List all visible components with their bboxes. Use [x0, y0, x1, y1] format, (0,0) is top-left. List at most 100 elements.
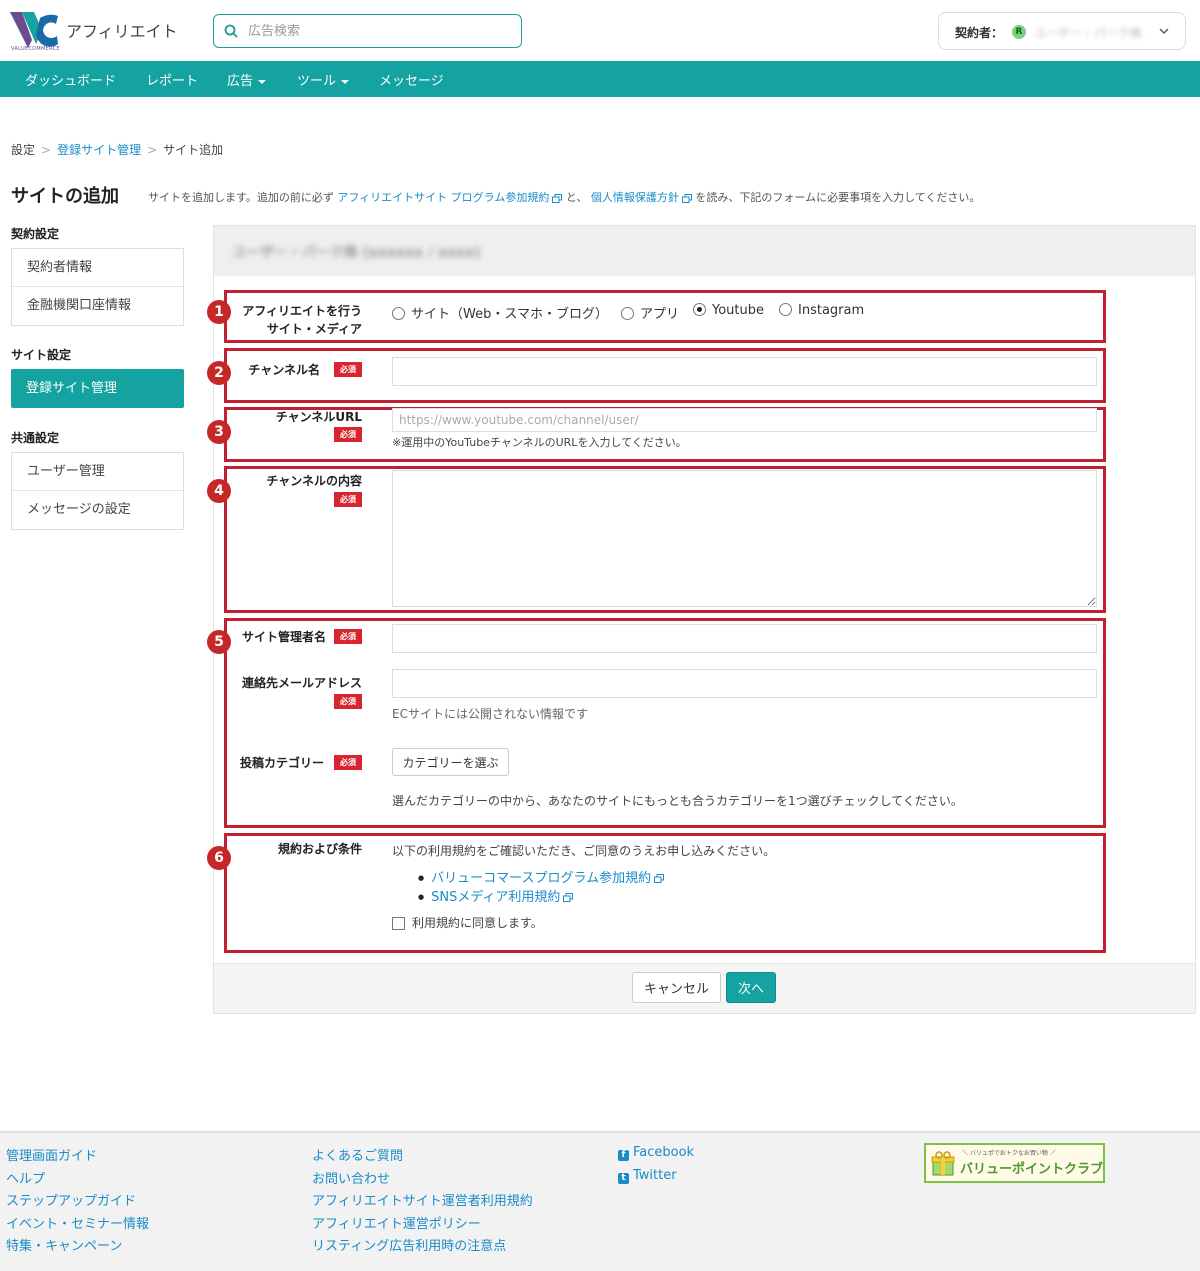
account-menu[interactable]: 契約者： R ユーザー・パーク株 — [938, 12, 1186, 50]
breadcrumb-site-management[interactable]: 登録サイト管理 — [57, 143, 141, 157]
account-name: ユーザー・パーク株 — [1034, 26, 1142, 40]
radio-youtube[interactable]: Youtube — [693, 303, 764, 318]
sidebar-item-contractor-info[interactable]: 契約者情報 — [12, 249, 183, 287]
page-description: サイトを追加します。追加の前に必ず アフィリエイトサイト プログラム参加規約 と… — [148, 189, 980, 205]
radio-app[interactable]: アプリ — [621, 303, 679, 322]
channel-url-input[interactable] — [392, 408, 1097, 432]
admin-name-input[interactable] — [392, 624, 1097, 653]
step-badge-4: 4 — [207, 479, 231, 503]
terms-link-sns[interactable]: SNSメディア利用規約 — [418, 886, 574, 905]
required-badge: 必須 — [334, 427, 362, 442]
radio-circle-selected[interactable] — [693, 303, 706, 316]
search-icon[interactable] — [224, 24, 238, 38]
privacy-policy-link-label: 個人情報保護方針 — [590, 191, 679, 204]
sidebar-item-site-management[interactable]: 登録サイト管理 — [11, 369, 184, 408]
chevron-down-icon[interactable] — [1159, 27, 1169, 35]
cancel-button[interactable]: キャンセル — [632, 972, 721, 1003]
channel-name-input[interactable] — [392, 357, 1097, 386]
footer-link-operator-terms[interactable]: アフィリエイトサイト運営者利用規約 — [312, 1190, 533, 1209]
facebook-label: Facebook — [633, 1145, 695, 1160]
step-badge-1: 1 — [207, 300, 231, 324]
external-link-icon — [681, 193, 692, 203]
footer-link-listing[interactable]: リスティング広告利用時の注意点 — [312, 1235, 506, 1254]
program-terms-link[interactable]: アフィリエイトサイト プログラム参加規約 — [337, 191, 563, 204]
footer-link-campaigns[interactable]: 特集・キャンペーン — [6, 1235, 122, 1254]
step-badge-3: 3 — [207, 420, 231, 444]
radio-circle[interactable] — [621, 307, 634, 320]
agree-terms-checkbox[interactable] — [392, 917, 405, 930]
radio-label: アプリ — [640, 307, 680, 322]
account-label: 契約者： — [955, 26, 1004, 40]
step-badge-6: 6 — [207, 846, 231, 870]
external-link-icon — [654, 874, 665, 883]
sidebar-heading-contract: 契約設定 — [11, 227, 60, 241]
twitter-label: Twitter — [633, 1168, 677, 1183]
nav-label: 広告 — [227, 74, 254, 89]
nav-messages[interactable]: メッセージ — [379, 70, 444, 89]
sidebar-item-bank-account[interactable]: 金融機関口座情報 — [12, 287, 183, 325]
media-label: アフィリエイトを行う サイト・メディア — [230, 302, 362, 338]
value-point-club-banner[interactable]: ＼ バリュポでおトクなお買い物 ／ バリューポイントクラブ — [924, 1143, 1105, 1183]
radio-instagram[interactable]: Instagram — [779, 303, 864, 318]
email-input[interactable] — [392, 669, 1097, 698]
nav-tools[interactable]: ツール — [297, 70, 350, 89]
nav-ads[interactable]: 広告 — [227, 70, 267, 89]
footer-link-events[interactable]: イベント・セミナー情報 — [6, 1213, 149, 1232]
external-link-icon — [552, 193, 563, 203]
footer-link-stepup[interactable]: ステップアップガイド — [6, 1190, 136, 1209]
footer-link-facebook[interactable]: f Facebook — [618, 1145, 694, 1161]
agree-terms-label[interactable]: 利用規約に同意します。 — [412, 914, 543, 931]
next-button[interactable]: 次へ — [726, 972, 776, 1003]
privacy-policy-link[interactable]: 個人情報保護方針 — [591, 191, 692, 204]
channel-name-label: チャンネル名 — [248, 363, 320, 377]
nav-label: レポート — [146, 74, 199, 89]
search-box[interactable] — [213, 14, 522, 48]
nav-label: ダッシュボード — [25, 74, 117, 89]
admin-name-label: サイト管理者名 — [241, 630, 326, 644]
footer-link-contact[interactable]: お問い合わせ — [312, 1168, 390, 1187]
radio-circle[interactable] — [779, 303, 792, 316]
footer-link-guide[interactable]: 管理画面ガイド — [6, 1145, 97, 1164]
radio-label: サイト（Web・スマホ・ブログ） — [411, 307, 608, 322]
facebook-icon: f — [618, 1150, 629, 1161]
sidebar-group-contract: 契約者情報 金融機関口座情報 — [11, 248, 184, 326]
desc-text: と、 — [565, 191, 588, 204]
terms-link-valuecommerce[interactable]: バリューコマースプログラム参加規約 — [418, 867, 665, 886]
terms-link-label: SNSメディア利用規約 — [431, 890, 561, 905]
footer-link-help[interactable]: ヘルプ — [6, 1168, 45, 1187]
external-link-icon — [563, 893, 574, 902]
step-badge-5: 5 — [207, 630, 231, 654]
radio-label: Instagram — [798, 303, 865, 318]
banner-title: バリューポイントクラブ — [960, 1162, 1104, 1177]
sidebar-heading-site: サイト設定 — [11, 348, 72, 362]
sidebar-item-user-management[interactable]: ユーザー管理 — [12, 453, 183, 491]
terms-intro: 以下の利用規約をご確認いただき、ご同意のうえお申し込みください。 — [392, 844, 776, 858]
footer-link-policy[interactable]: アフィリエイト運営ポリシー — [312, 1213, 481, 1232]
footer-link-faq[interactable]: よくあるご質問 — [312, 1145, 403, 1164]
main-nav: ダッシュボード レポート 広告 ツール メッセージ — [0, 61, 1200, 97]
media-label-line2: サイト・メディア — [266, 322, 362, 336]
desc-text: サイトを追加します。追加の前に必ず — [148, 191, 334, 204]
desc-text: を読み、下記のフォームに必要事項を入力してください。 — [695, 191, 981, 204]
email-hint: ECサイトには公開されない情報です — [392, 707, 588, 721]
breadcrumb-current: サイト追加 — [163, 143, 224, 157]
terms-label: 規約および条件 — [277, 842, 362, 856]
radio-circle[interactable] — [392, 307, 405, 320]
footer-link-twitter[interactable]: t Twitter — [618, 1168, 677, 1184]
sidebar-item-message-settings[interactable]: メッセージの設定 — [12, 491, 183, 529]
logo-text: VALUECOMMERCE — [11, 46, 60, 52]
search-input[interactable] — [248, 21, 508, 41]
breadcrumb-separator: > — [147, 143, 158, 157]
choose-category-button[interactable]: カテゴリーを選ぶ — [392, 748, 509, 776]
sidebar-group-common: ユーザー管理 メッセージの設定 — [11, 452, 184, 530]
required-badge: 必須 — [334, 694, 362, 709]
nav-dashboard[interactable]: ダッシュボード — [25, 70, 116, 89]
radio-site[interactable]: サイト（Web・スマホ・ブログ） — [392, 303, 608, 322]
sidebar-heading-common: 共通設定 — [11, 431, 60, 445]
nav-report[interactable]: レポート — [146, 70, 198, 89]
caret-down-icon — [341, 79, 350, 84]
caret-down-icon — [258, 79, 267, 84]
panel-header: ユーザー・パーク株 (xxxxxx / xxxx) — [214, 226, 1195, 276]
channel-content-textarea[interactable] — [392, 470, 1097, 607]
banner-subtitle: ＼ バリュポでおトクなお買い物 ／ — [962, 1150, 1056, 1157]
